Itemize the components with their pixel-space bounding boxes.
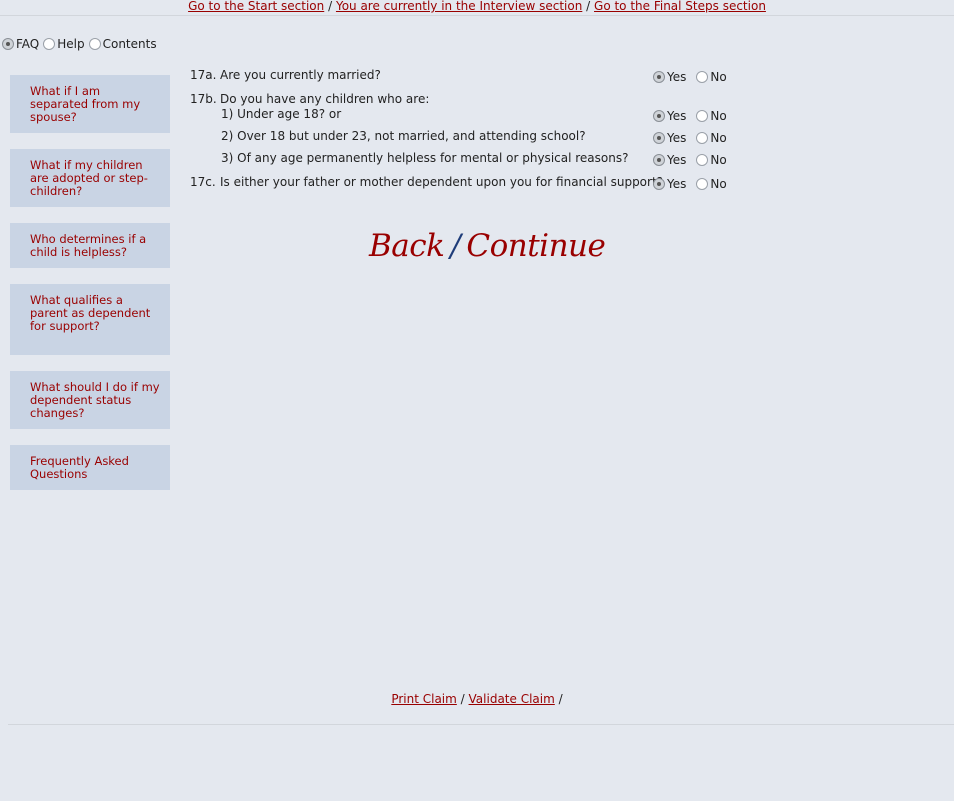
answer-17b-3: Yes No (653, 153, 727, 167)
question-17b-3: 3) Of any age permanently helpless for m… (221, 151, 628, 165)
question-text: Do you have any children who are: (220, 92, 430, 106)
question-text: Is either your father or mother dependen… (220, 175, 664, 189)
no-option[interactable]: No (696, 177, 727, 191)
yes-label: Yes (667, 109, 687, 123)
answer-17c: Yes No (653, 177, 727, 191)
no-label: No (710, 109, 727, 123)
action-separator: / (558, 692, 563, 706)
question-17c: 17c. Is either your father or mother depe… (190, 175, 663, 189)
no-radio[interactable] (696, 110, 709, 122)
no-option[interactable]: No (696, 153, 727, 167)
no-label: No (710, 177, 727, 191)
no-label: No (710, 131, 727, 145)
tab-help-label: Help (57, 37, 85, 51)
help-radio[interactable] (43, 38, 56, 50)
nav-slash: / (450, 228, 461, 264)
faq-item-parent-dependent[interactable]: What qualifies a parent as dependent for… (10, 284, 170, 355)
final-steps-section-link[interactable]: Go to the Final Steps section (594, 0, 766, 13)
tab-contents-label: Contents (102, 37, 157, 51)
yes-option[interactable]: Yes (653, 70, 686, 84)
contents-radio[interactable] (88, 38, 101, 50)
faq-radio[interactable] (2, 38, 14, 50)
footer-divider (8, 724, 954, 725)
action-separator: / (460, 692, 465, 706)
claim-actions: Print Claim / Validate Claim / (0, 692, 954, 706)
yes-radio[interactable] (653, 71, 665, 83)
question-text: 1) Under age 18? or (221, 107, 342, 121)
question-text: 2) Over 18 but under 23, not married, an… (221, 129, 586, 143)
yes-label: Yes (667, 131, 687, 145)
yes-option[interactable]: Yes (653, 153, 686, 167)
question-number: 17b. (190, 92, 217, 106)
yes-option[interactable]: Yes (653, 131, 686, 145)
faq-item-frequently-asked[interactable]: Frequently Asked Questions (10, 445, 170, 490)
yes-radio[interactable] (653, 110, 665, 122)
no-option[interactable]: No (696, 109, 727, 123)
start-section-link[interactable]: Go to the Start section (188, 0, 324, 13)
question-17b-1: 1) Under age 18? or (221, 107, 341, 121)
faq-item-status-changes[interactable]: What should I do if my dependent status … (10, 371, 170, 429)
faq-item-adopted[interactable]: What if my children are adopted or step-… (10, 149, 170, 207)
answer-17b-2: Yes No (653, 131, 727, 145)
yes-label: Yes (667, 70, 687, 84)
no-option[interactable]: No (696, 70, 727, 84)
tab-faq-label: FAQ (16, 37, 40, 51)
yes-radio[interactable] (653, 178, 665, 190)
question-text: Are you currently married? (220, 68, 381, 82)
nav-separator: / (328, 0, 333, 13)
answer-17b-1: Yes No (653, 109, 727, 123)
yes-radio[interactable] (653, 154, 665, 166)
sidebar-mode-tabs: FAQ Help Contents (2, 37, 161, 51)
tab-faq[interactable]: FAQ (2, 37, 39, 51)
no-label: No (710, 153, 727, 167)
section-nav: Go to the Start section / You are curren… (0, 0, 954, 16)
no-label: No (710, 70, 727, 84)
yes-label: Yes (667, 177, 687, 191)
question-number: 17c. (190, 175, 216, 189)
faq-item-helpless[interactable]: Who determines if a child is helpless? (10, 223, 170, 268)
nav-separator: / (586, 0, 591, 13)
continue-button[interactable]: Continue (466, 228, 606, 264)
validate-claim-link[interactable]: Validate Claim (469, 692, 555, 706)
tab-help[interactable]: Help (43, 37, 85, 51)
question-text: 3) Of any age permanently helpless for m… (221, 151, 629, 165)
page-navigation: Back / Continue (369, 228, 606, 264)
no-option[interactable]: No (696, 131, 727, 145)
back-button[interactable]: Back (369, 228, 445, 264)
answer-17a: Yes No (653, 70, 727, 84)
tab-contents[interactable]: Contents (88, 37, 157, 51)
yes-radio[interactable] (653, 132, 665, 144)
no-radio[interactable] (696, 178, 709, 190)
no-radio[interactable] (696, 154, 709, 166)
no-radio[interactable] (696, 71, 709, 83)
question-17b-2: 2) Over 18 but under 23, not married, an… (221, 129, 586, 143)
question-number: 17a. (190, 68, 217, 82)
yes-option[interactable]: Yes (653, 177, 686, 191)
print-claim-link[interactable]: Print Claim (391, 692, 457, 706)
yes-option[interactable]: Yes (653, 109, 686, 123)
question-17b: 17b. Do you have any children who are: (190, 92, 429, 106)
interview-section-link[interactable]: You are currently in the Interview secti… (336, 0, 582, 13)
question-17a: 17a. Are you currently married? (190, 68, 381, 82)
faq-item-separated[interactable]: What if I am separated from my spouse? (10, 75, 170, 133)
no-radio[interactable] (696, 132, 709, 144)
yes-label: Yes (667, 153, 687, 167)
